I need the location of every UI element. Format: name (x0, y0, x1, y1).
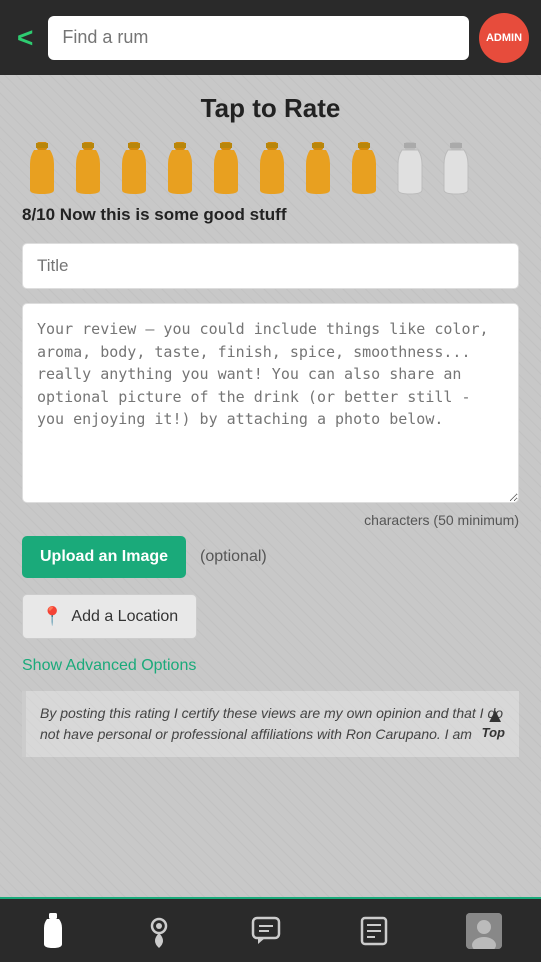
bottle-3[interactable] (114, 142, 154, 197)
main-content: Tap to Rate (0, 75, 541, 897)
bottom-navigation (0, 897, 541, 962)
chat-nav-icon (251, 916, 281, 946)
bottle-9[interactable] (390, 142, 430, 197)
rating-row[interactable] (22, 142, 519, 197)
bottle-2[interactable] (68, 142, 108, 197)
nav-item-list[interactable] (360, 916, 388, 946)
nav-item-bottle[interactable] (39, 913, 67, 949)
upload-image-button[interactable]: Upload an Image (22, 536, 186, 578)
page-title: Tap to Rate (22, 93, 519, 124)
bottle-6[interactable] (252, 142, 292, 197)
review-textarea[interactable] (22, 303, 519, 503)
bottle-nav-icon (39, 913, 67, 949)
list-nav-icon (360, 916, 388, 946)
bottle-1[interactable] (22, 142, 62, 197)
location-nav-icon (145, 913, 173, 949)
nav-item-chat[interactable] (251, 916, 281, 946)
optional-label: (optional) (200, 548, 267, 566)
back-button[interactable]: < (12, 19, 38, 57)
chars-info: characters (50 minimum) (22, 512, 519, 528)
search-input[interactable] (48, 16, 469, 60)
bottle-7[interactable] (298, 142, 338, 197)
location-label: Add a Location (71, 608, 178, 626)
disclaimer-text: By posting this rating I certify these v… (40, 705, 503, 742)
rating-label: 8/10 Now this is some good stuff (22, 205, 519, 225)
header: < ADMIN (0, 0, 541, 75)
disclaimer-box: By posting this rating I certify these v… (22, 691, 519, 757)
nav-item-location[interactable] (145, 913, 173, 949)
bottle-8[interactable] (344, 142, 384, 197)
show-advanced-options-link[interactable]: Show Advanced Options (22, 657, 519, 675)
bottle-10[interactable] (436, 142, 476, 197)
scroll-top-label[interactable]: Top (482, 723, 505, 743)
add-location-button[interactable]: 📍 Add a Location (22, 594, 197, 639)
upload-row: Upload an Image (optional) (22, 536, 519, 578)
avatar[interactable] (466, 913, 502, 949)
nav-item-avatar[interactable] (466, 913, 502, 949)
location-pin-icon: 📍 (41, 606, 63, 627)
admin-button[interactable]: ADMIN (479, 13, 529, 63)
title-input[interactable] (22, 243, 519, 289)
bottle-5[interactable] (206, 142, 246, 197)
bottle-4[interactable] (160, 142, 200, 197)
